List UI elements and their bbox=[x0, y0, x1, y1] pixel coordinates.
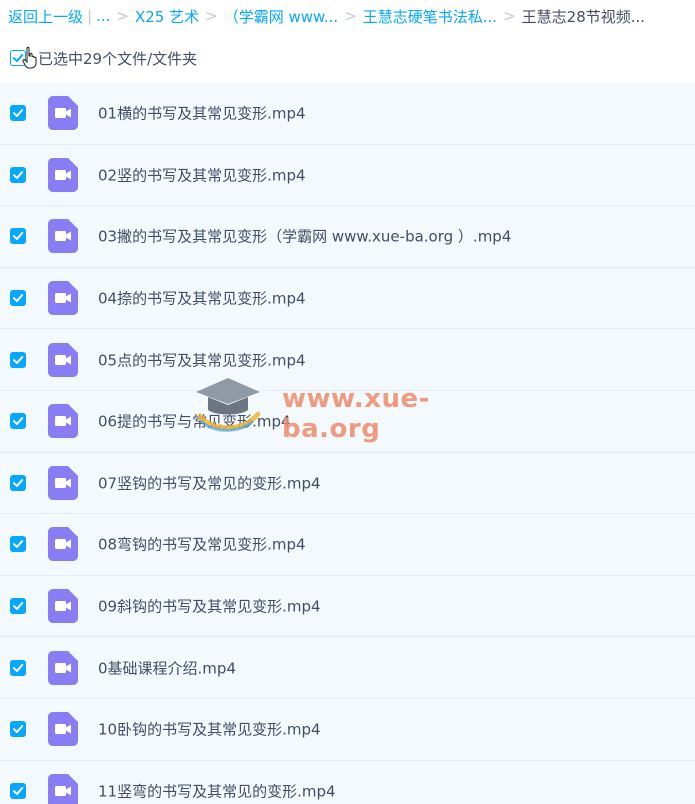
file-name[interactable]: 06提的书写与常见变形.mp4 bbox=[98, 411, 291, 432]
breadcrumb-item-calligraphy[interactable]: 王慧志硬笔书法私... bbox=[363, 6, 497, 27]
checkmark-icon bbox=[13, 109, 24, 118]
file-row[interactable]: 10卧钩的书写及其常见变形.mp4 bbox=[0, 698, 695, 761]
video-file-icon bbox=[48, 589, 78, 624]
file-checkbox[interactable] bbox=[10, 290, 26, 307]
file-checkbox[interactable] bbox=[10, 536, 26, 553]
video-file-icon bbox=[48, 465, 78, 500]
file-name[interactable]: 02竖的书写及其常见变形.mp4 bbox=[98, 164, 306, 185]
breadcrumb-ellipsis[interactable]: ... bbox=[96, 7, 110, 25]
video-file-icon bbox=[48, 96, 78, 131]
checkmark-icon bbox=[13, 170, 24, 179]
file-name[interactable]: 01横的书写及其常见变形.mp4 bbox=[98, 103, 306, 124]
file-name[interactable]: 11竖弯的书写及其常见的变形.mp4 bbox=[98, 780, 336, 801]
file-name[interactable]: 10卧钩的书写及其常见变形.mp4 bbox=[98, 719, 321, 740]
file-checkbox[interactable] bbox=[10, 105, 26, 122]
breadcrumb-separator: > bbox=[116, 7, 129, 25]
breadcrumb-separator: > bbox=[205, 7, 218, 25]
video-file-icon bbox=[48, 650, 78, 685]
file-name[interactable]: 09斜钩的书写及其常见变形.mp4 bbox=[98, 596, 321, 617]
breadcrumb: 返回上一级 | ... > X25 艺术 > （学霸网 www... > 王慧志… bbox=[0, 0, 695, 32]
file-checkbox[interactable] bbox=[10, 413, 26, 430]
video-file-icon bbox=[48, 157, 78, 192]
file-row[interactable]: 09斜钩的书写及其常见变形.mp4 bbox=[0, 575, 695, 638]
file-checkbox[interactable] bbox=[10, 228, 26, 245]
file-checkbox[interactable] bbox=[10, 721, 26, 738]
checkmark-icon bbox=[13, 786, 24, 795]
video-file-icon bbox=[48, 404, 78, 439]
file-row[interactable]: 02竖的书写及其常见变形.mp4 bbox=[0, 144, 695, 207]
checkmark-icon bbox=[13, 602, 24, 611]
file-name[interactable]: 05点的书写及其常见变形.mp4 bbox=[98, 349, 306, 370]
file-row[interactable]: 08弯钩的书写及常见变形.mp4 bbox=[0, 514, 695, 576]
checkmark-icon bbox=[13, 294, 24, 303]
file-row[interactable]: 06提的书写与常见变形.mp4 bbox=[0, 390, 695, 453]
breadcrumb-separator: > bbox=[503, 7, 516, 25]
file-list: 01横的书写及其常见变形.mp4 02竖的书写及其常见变形.mp4 03撇的书写及其… bbox=[0, 83, 695, 804]
file-name[interactable]: 07竖钩的书写及常见的变形.mp4 bbox=[98, 472, 321, 493]
breadcrumb-item-art[interactable]: X25 艺术 bbox=[135, 6, 199, 27]
breadcrumb-separator: > bbox=[344, 7, 357, 25]
file-name[interactable]: 08弯钩的书写及常见变形.mp4 bbox=[98, 534, 306, 555]
file-checkbox[interactable] bbox=[10, 659, 26, 676]
file-checkbox[interactable] bbox=[10, 474, 26, 491]
checkmark-icon bbox=[13, 355, 24, 364]
file-checkbox[interactable] bbox=[10, 782, 26, 799]
video-file-icon bbox=[48, 281, 78, 316]
file-name[interactable]: 03撇的书写及其常见变形（学霸网 www.xue-ba.org ）.mp4 bbox=[98, 226, 511, 247]
file-row[interactable]: 07竖钩的书写及常见的变形.mp4 bbox=[0, 452, 695, 515]
file-row[interactable]: 03撇的书写及其常见变形（学霸网 www.xue-ba.org ）.mp4 bbox=[0, 206, 695, 268]
breadcrumb-divider: | bbox=[87, 7, 93, 25]
video-file-icon bbox=[48, 773, 78, 804]
breadcrumb-item-xueba[interactable]: （学霸网 www... bbox=[224, 6, 339, 27]
checkmark-icon bbox=[13, 478, 24, 487]
file-name[interactable]: 04捺的书写及其常见变形.mp4 bbox=[98, 288, 306, 309]
checkmark-icon bbox=[13, 540, 24, 549]
file-row[interactable]: 0基础课程介绍.mp4 bbox=[0, 637, 695, 699]
video-file-icon bbox=[48, 342, 78, 377]
selection-count-label: 已选中29个文件/文件夹 bbox=[38, 49, 198, 68]
breadcrumb-current: 王慧志28节视频... bbox=[521, 7, 646, 26]
video-file-icon bbox=[48, 527, 78, 562]
checkmark-icon bbox=[13, 663, 24, 672]
file-row[interactable]: 11竖弯的书写及其常见的变形.mp4 bbox=[0, 760, 695, 804]
file-checkbox[interactable] bbox=[10, 598, 26, 615]
selection-bar: 已选中29个文件/文件夹 bbox=[0, 42, 695, 74]
file-row[interactable]: 04捺的书写及其常见变形.mp4 bbox=[0, 267, 695, 330]
checkmark-icon bbox=[13, 725, 24, 734]
file-checkbox[interactable] bbox=[10, 351, 26, 368]
file-row[interactable]: 01横的书写及其常见变形.mp4 bbox=[0, 83, 695, 145]
checkmark-icon bbox=[13, 417, 24, 426]
video-file-icon bbox=[48, 712, 78, 747]
hand-cursor-icon bbox=[22, 46, 37, 69]
back-link[interactable]: 返回上一级 bbox=[8, 6, 83, 27]
file-checkbox[interactable] bbox=[10, 166, 26, 183]
checkmark-icon bbox=[13, 232, 24, 241]
file-row[interactable]: 05点的书写及其常见变形.mp4 bbox=[0, 329, 695, 391]
video-file-icon bbox=[48, 219, 78, 254]
file-name[interactable]: 0基础课程介绍.mp4 bbox=[98, 657, 236, 678]
